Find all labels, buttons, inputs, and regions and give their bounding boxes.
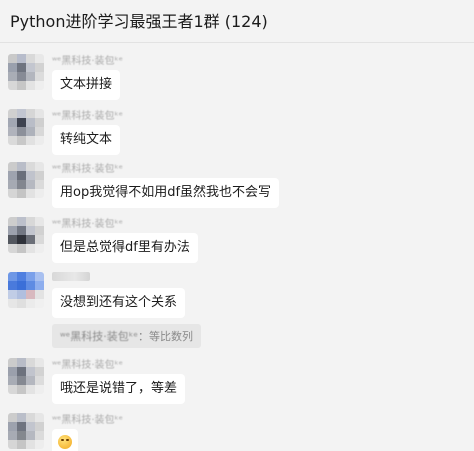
message-bubble[interactable]: 没想到还有这个关系 [52, 288, 186, 318]
avatar[interactable] [8, 162, 44, 198]
sender-name-blurred[interactable] [52, 272, 90, 281]
quote-sender: ʷᵉ黑科技·装包ᵏᵉ [60, 330, 139, 343]
avatar[interactable] [8, 217, 44, 253]
sender-name[interactable]: ʷᵉ黑科技·装包ᵏᵉ [52, 52, 123, 67]
sender-name[interactable]: ʷᵉ黑科技·装包ᵏᵉ [52, 215, 123, 230]
avatar[interactable] [8, 358, 44, 394]
message-bubble[interactable] [52, 429, 78, 451]
sender-name[interactable]: ʷᵉ黑科技·装包ᵏᵉ [52, 356, 123, 371]
message-bubble[interactable]: 哦还是说错了，等差 [52, 374, 186, 404]
chat-window: Python进阶学习最强王者1群 (124) ʷᵉ黑科技·装包ᵏᵉ 文本拼接 ʷ… [0, 0, 474, 451]
message-bubble[interactable]: 用op我觉得不如用df虽然我也不会写 [52, 178, 280, 208]
avatar[interactable] [8, 272, 44, 308]
sender-name[interactable]: ʷᵉ黑科技·装包ᵏᵉ [52, 411, 123, 426]
avatar[interactable] [8, 109, 44, 145]
sender-name[interactable]: ʷᵉ黑科技·装包ᵏᵉ [52, 160, 123, 175]
sender-name[interactable]: ʷᵉ黑科技·装包ᵏᵉ [52, 107, 123, 122]
message-bubble[interactable]: 文本拼接 [52, 70, 121, 100]
message-bubble[interactable]: 转纯文本 [52, 125, 121, 155]
quote-text: ：等比数列 [138, 330, 194, 343]
avatar[interactable] [8, 54, 44, 90]
message-bubble[interactable]: 但是总觉得df里有办法 [52, 233, 198, 263]
grimace-emoji-icon [58, 434, 72, 449]
chat-title: Python进阶学习最强王者1群 (124) [10, 12, 268, 31]
avatar[interactable] [8, 413, 44, 449]
quote-reference[interactable]: ʷᵉ黑科技·装包ᵏᵉ：等比数列 [52, 324, 202, 348]
title-bar: Python进阶学习最强王者1群 (124) [0, 0, 474, 43]
